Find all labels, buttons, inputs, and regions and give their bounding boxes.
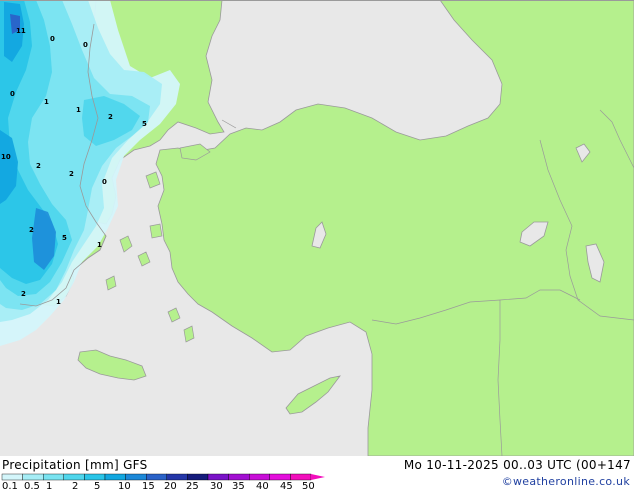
value-label: 1 <box>76 106 81 114</box>
value-label: 2 <box>108 113 113 121</box>
scale-label: 0.1 <box>2 481 18 490</box>
scale-label: 15 <box>142 481 155 490</box>
value-label: 2 <box>36 162 41 170</box>
value-label: 2 <box>29 226 34 234</box>
scale-swatch <box>84 473 106 481</box>
scale-label: 35 <box>232 481 245 490</box>
scale-arrow <box>311 474 325 480</box>
scale-swatch <box>125 473 147 481</box>
value-label: 11 <box>16 27 26 35</box>
value-label: 1 <box>97 241 102 249</box>
scale-label: 30 <box>210 481 223 490</box>
scale-swatch <box>187 473 209 481</box>
scale-label: 45 <box>280 481 293 490</box>
value-label: 2 <box>21 290 26 298</box>
scale-swatch <box>63 473 85 481</box>
value-label: 0 <box>10 90 15 98</box>
value-label: 1 <box>44 98 49 106</box>
footer: Precipitation [mm] GFS Mo 10-11-2025 00.… <box>0 456 634 490</box>
scale-label: 50 <box>302 481 315 490</box>
scale-swatch <box>43 473 65 481</box>
value-label: 0 <box>83 41 88 49</box>
scale-label: 40 <box>256 481 269 490</box>
color-scale: 0.1 0.5 1 2 5 10 15 20 25 30 35 40 45 50 <box>1 473 325 490</box>
scale-swatch <box>228 473 250 481</box>
map-title: Precipitation [mm] GFS <box>2 458 148 472</box>
scale-swatch <box>166 473 188 481</box>
scale-label: 2 <box>72 481 78 490</box>
scale-swatch <box>248 473 270 481</box>
value-label: 2 <box>69 170 74 178</box>
scale-swatch <box>104 473 126 481</box>
scale-label: 10 <box>118 481 131 490</box>
value-label: 5 <box>142 120 147 128</box>
value-label: 5 <box>62 234 67 242</box>
value-label: 0 <box>50 35 55 43</box>
scale-label: 20 <box>164 481 177 490</box>
scale-swatch <box>269 473 291 481</box>
value-label: 1 <box>56 298 61 306</box>
scale-label: 5 <box>94 481 100 490</box>
scale-label: 0.5 <box>24 481 40 490</box>
credit-link[interactable]: ©weatheronline.co.uk <box>502 475 630 488</box>
value-label: 0 <box>102 178 107 186</box>
scale-swatch <box>207 473 229 481</box>
value-label: 10 <box>1 153 11 161</box>
precipitation-map: 11 0 0 0 1 1 2 5 10 2 2 0 2 5 1 2 1 <box>0 0 634 456</box>
scale-swatch <box>1 473 23 481</box>
scale-label: 1 <box>46 481 52 490</box>
scale-swatch <box>22 473 44 481</box>
scale-label: 25 <box>186 481 199 490</box>
scale-swatch <box>145 473 167 481</box>
scale-swatch <box>290 473 312 481</box>
valid-time: Mo 10-11-2025 00..03 UTC (00+147 <box>403 458 631 472</box>
